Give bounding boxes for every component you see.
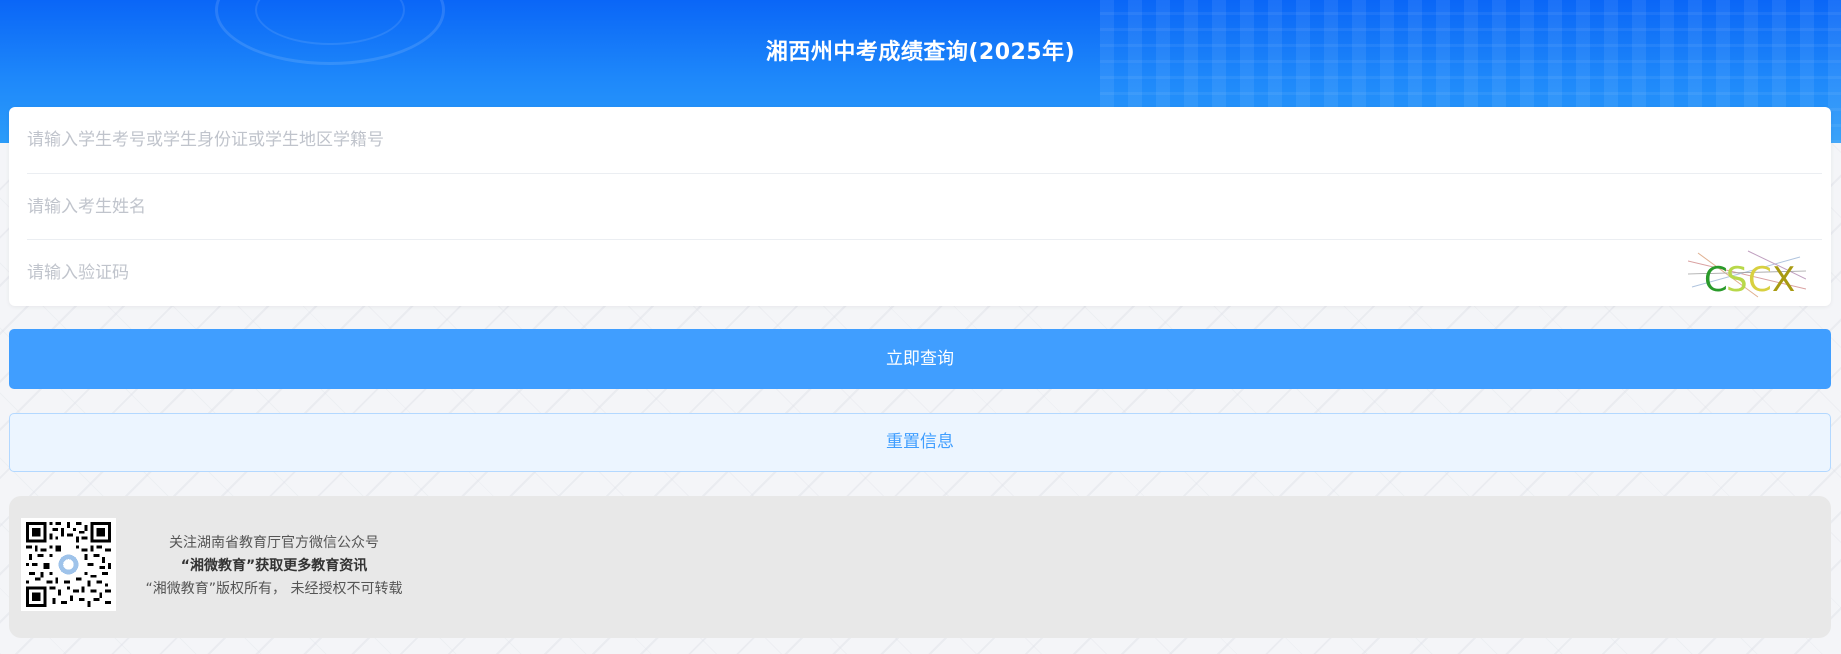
footer-copyright-text: “湘微教育”版权所有， 未经授权不可转载	[145, 581, 403, 597]
student-name-field	[27, 174, 1822, 240]
reset-button[interactable]: 重置信息	[9, 413, 1831, 472]
student-id-input[interactable]	[27, 120, 1527, 160]
page-title: 湘西州中考成绩查询(2025年)	[765, 40, 1076, 65]
captcha-field: C S C X	[27, 240, 1822, 306]
page: 湘西州中考成绩查询(2025年) C S C X	[0, 0, 1841, 654]
captcha-char: X	[1772, 260, 1795, 299]
captcha-image[interactable]: C S C X	[1688, 249, 1806, 299]
captcha-char: S	[1726, 260, 1748, 299]
submit-query-button[interactable]: 立即查询	[9, 329, 1831, 389]
footer-text: 关注湖南省教育厅官方微信公众号 “湘微教育”获取更多教育资讯 “湘微教育”版权所…	[124, 532, 424, 601]
footer-promo-text: “湘微教育”获取更多教育资讯	[180, 558, 368, 574]
student-id-field	[27, 107, 1822, 173]
qr-code-icon	[21, 518, 116, 611]
student-name-input[interactable]	[27, 187, 1527, 227]
captcha-char: C	[1704, 260, 1728, 299]
captcha-input[interactable]	[27, 253, 1527, 293]
query-form: C S C X	[9, 107, 1831, 306]
footer: 关注湖南省教育厅官方微信公众号 “湘微教育”获取更多教育资讯 “湘微教育”版权所…	[9, 496, 1831, 638]
footer-follow-text: 关注湖南省教育厅官方微信公众号	[169, 535, 379, 551]
captcha-char: C	[1748, 260, 1772, 299]
